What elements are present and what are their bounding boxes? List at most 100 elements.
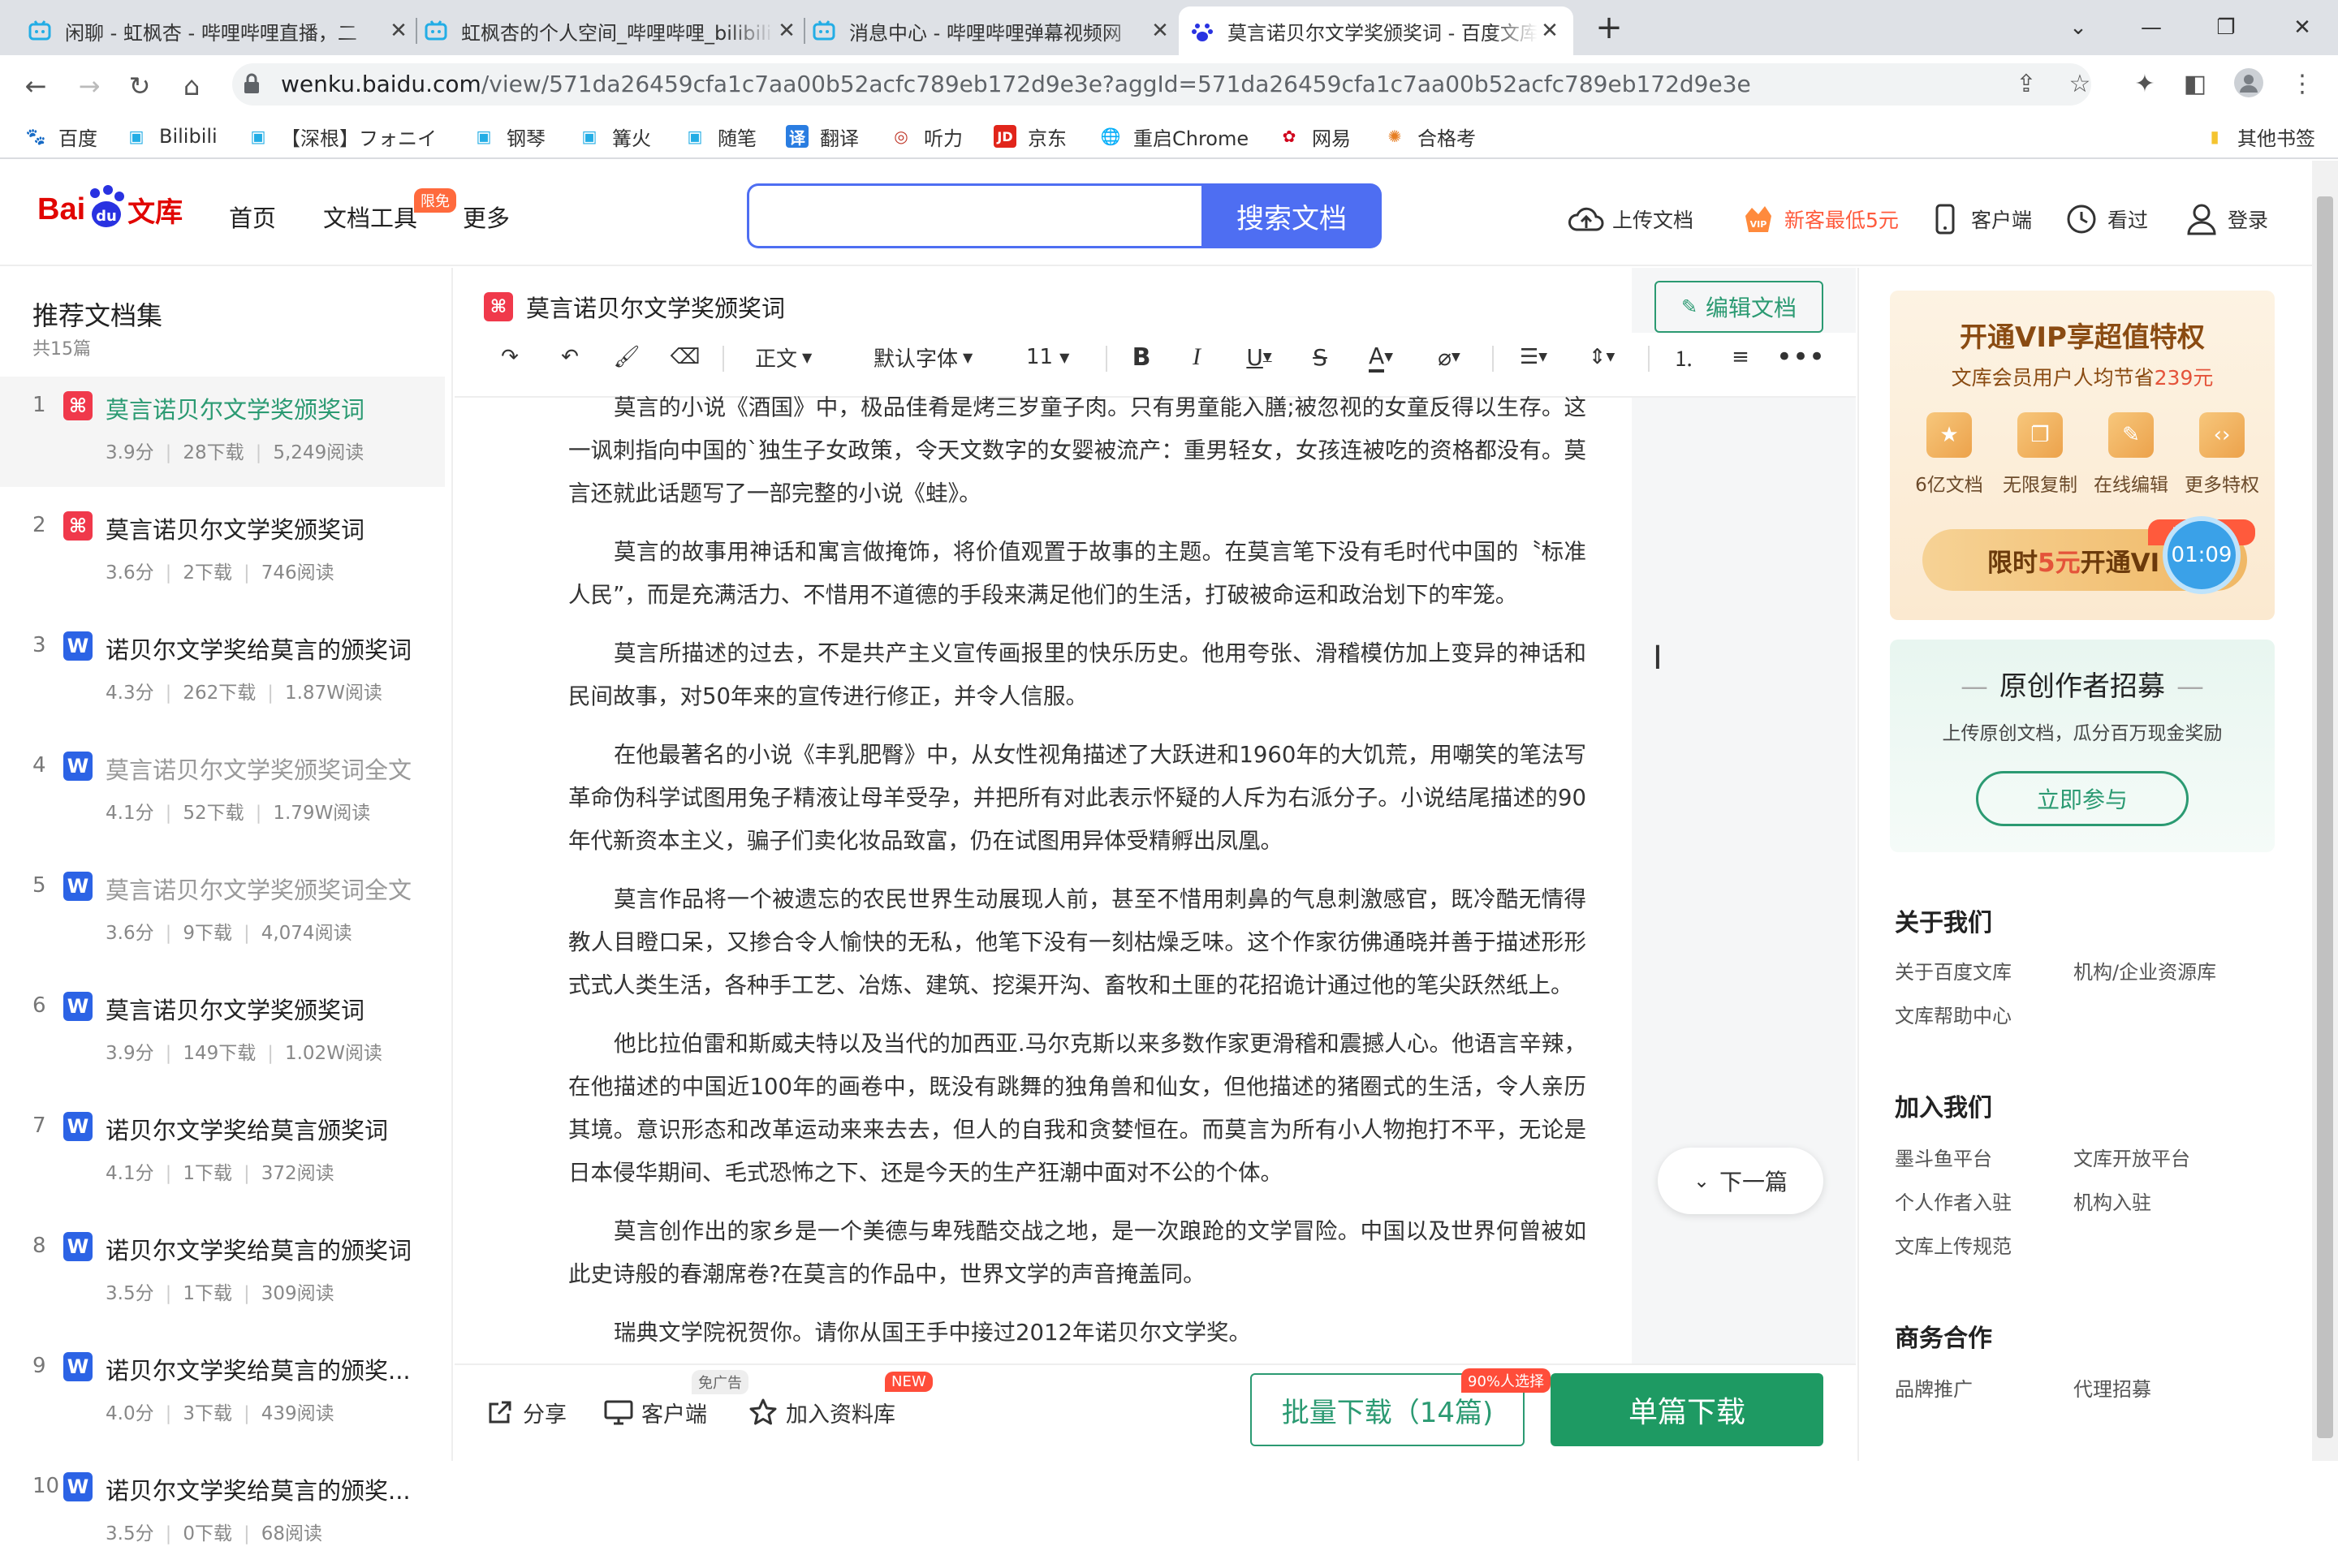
bookmark-item[interactable]: ✺ 合格考 <box>1383 120 1476 153</box>
list-item[interactable]: 7 W 诺贝尔文学奖给莫言颁奖词 4.1分 | 1下载 | 372阅读 <box>0 1097 445 1208</box>
bold-icon[interactable]: B <box>1124 339 1159 375</box>
footer-link[interactable]: 文库上传规范 <box>1895 1230 2012 1259</box>
document-content[interactable]: 莫言的小说《酒国》中，极品佳肴是烤三岁童子肉。只有男童能入膳;被忽视的女童反得以… <box>568 393 1586 1370</box>
profile-avatar-icon[interactable] <box>2232 68 2265 101</box>
menu-kebab-icon[interactable]: ⋮ <box>2286 68 2319 101</box>
next-document-button[interactable]: ⌄ 下一篇 <box>1658 1148 1823 1214</box>
bookmark-item[interactable]: 🐾 百度 <box>24 120 97 153</box>
bookmark-item[interactable]: ✿ 网易 <box>1278 120 1351 153</box>
upload-button[interactable]: 上传文档 <box>1568 201 1693 237</box>
footer-link[interactable]: 文库帮助中心 <box>1895 1000 2012 1028</box>
close-window-button[interactable]: ✕ <box>2278 8 2327 47</box>
nav-home[interactable]: 首页 <box>229 200 276 234</box>
minimize-button[interactable]: — <box>2127 8 2176 47</box>
list-item[interactable]: 1 ⌘ 莫言诺贝尔文学奖颁奖词 3.9分 | 28下载 | 5,249阅读 <box>0 377 445 487</box>
list-item[interactable]: 6 W 莫言诺贝尔文学奖颁奖词 3.9分 | 149下载 | 1.02W阅读 <box>0 977 445 1088</box>
bookmark-item[interactable]: ▣ 钢琴 <box>472 120 546 153</box>
new-tab-button[interactable]: + <box>1590 8 1628 47</box>
font-color-icon[interactable]: A ▼ <box>1361 339 1401 375</box>
align-icon[interactable]: ☰ ▼ <box>1512 339 1555 375</box>
footer-link[interactable]: 品牌推广 <box>1895 1373 1973 1402</box>
share-page-icon[interactable]: ⇪ <box>2010 68 2043 101</box>
footer-link[interactable]: 机构/企业资源库 <box>2073 956 2216 984</box>
lock-icon[interactable] <box>244 73 260 94</box>
browser-tab-active[interactable]: 莫言诺贝尔文学奖颁奖词 - 百度文库 ✕ <box>1179 6 1573 55</box>
footer-link[interactable]: 机构入驻 <box>2073 1187 2151 1215</box>
search-input[interactable] <box>747 183 1201 248</box>
bullet-list-icon[interactable]: ≡ <box>1723 339 1758 375</box>
format-painter-icon[interactable]: 🖌 <box>609 339 645 375</box>
home-icon[interactable]: ⌂ <box>174 68 209 104</box>
login-link[interactable]: 登录 <box>2184 201 2268 237</box>
browser-tab[interactable]: 消息中心 - 哔哩哔哩弹幕视频网 ✕ <box>800 6 1184 55</box>
word-icon: W <box>63 1232 93 1261</box>
bookmark-item[interactable]: ▣ 篝火 <box>578 120 651 153</box>
client-link[interactable]: 客户端 <box>1927 201 2032 237</box>
font-size-select[interactable]: 11 ▼ <box>1026 339 1069 375</box>
highlight-icon[interactable]: ⌀ ▼ <box>1427 339 1471 375</box>
side-panel-icon[interactable]: ◧ <box>2179 68 2211 101</box>
eraser-icon[interactable]: ⌫ <box>667 339 703 375</box>
footer-link[interactable]: 个人作者入驻 <box>1895 1187 2012 1215</box>
edit-document-button[interactable]: ✎ 编辑文档 <box>1654 281 1823 333</box>
browser-tab[interactable]: 虹枫杏的个人空间_哔哩哔哩_bilibili ✕ <box>412 6 810 55</box>
reload-icon[interactable]: ↻ <box>122 68 157 104</box>
promo-link[interactable]: VIP 新客最低5元 <box>1741 201 1899 237</box>
star-icon[interactable]: ☆ <box>2064 68 2096 101</box>
footer-link[interactable]: 墨斗鱼平台 <box>1895 1143 1992 1171</box>
page-scrollbar[interactable] <box>2312 161 2338 1461</box>
list-item[interactable]: 2 ⌘ 莫言诺贝尔文学奖颁奖词 3.6分 | 2下载 | 746阅读 <box>0 497 445 607</box>
underline-icon[interactable]: U ▼ <box>1239 339 1279 375</box>
restore-button[interactable]: ❐ <box>2202 8 2250 47</box>
browser-tab[interactable]: 闲聊 - 虹枫杏 - 哔哩哔哩直播，二 ✕ <box>16 6 422 55</box>
paragraph-style-select[interactable]: 正文 ▼ <box>755 339 812 375</box>
line-spacing-icon[interactable]: ⇕ ▼ <box>1580 339 1624 375</box>
bookmark-item[interactable]: ▣ 随笔 <box>684 120 757 153</box>
extensions-icon[interactable]: ✦ <box>2129 68 2161 101</box>
url-text[interactable]: wenku.baidu.com/view/571da26459cfa1c7aa0… <box>281 68 1751 101</box>
wenku-logo[interactable]: Bai du 文库 <box>37 185 183 234</box>
list-item[interactable]: 8 W 诺贝尔文学奖给莫言的颁奖词 3.5分 | 1下载 | 309阅读 <box>0 1217 445 1328</box>
close-icon[interactable]: ✕ <box>1148 19 1172 43</box>
undo-icon[interactable]: ↶ <box>552 339 588 375</box>
close-icon[interactable]: ✕ <box>386 19 411 43</box>
bookmark-item[interactable]: 译翻译 <box>786 120 859 153</box>
history-link[interactable]: 看过 <box>2064 201 2148 237</box>
redo-icon[interactable]: ↷ <box>492 339 528 375</box>
other-bookmarks[interactable]: ▮ 其他书签 <box>2203 120 2315 153</box>
add-to-library-button[interactable]: 加入资料库 <box>748 1394 895 1430</box>
font-select[interactable]: 默认字体 ▼ <box>874 339 973 375</box>
list-item[interactable]: 5 W 莫言诺贝尔文学奖颁奖词全文 3.6分 | 9下载 | 4,074阅读 <box>0 857 445 967</box>
list-item[interactable]: 3 W 诺贝尔文学奖给莫言的颁奖词 4.3分 | 262下载 | 1.87W阅读 <box>0 617 445 727</box>
close-icon[interactable]: ✕ <box>774 19 799 43</box>
list-item[interactable]: 9 W 诺贝尔文学奖给莫言的颁奖... 4.0分 | 3下载 | 439阅读 <box>0 1338 445 1448</box>
nav-doc-tools[interactable]: 文档工具 <box>323 200 417 234</box>
bookmark-item[interactable]: ◎ 听力 <box>890 120 963 153</box>
footer-link[interactable]: 代理招募 <box>2073 1373 2151 1402</box>
share-button[interactable]: 分享 <box>485 1394 567 1430</box>
nav-more[interactable]: 更多 <box>463 200 510 234</box>
footer-link[interactable]: 关于百度文库 <box>1895 956 2012 984</box>
countdown-timer[interactable]: 01:09 <box>2163 516 2241 594</box>
numbered-list-icon[interactable]: ⒈ <box>1666 339 1702 375</box>
join-now-button[interactable]: 立即参与 <box>1976 771 2189 826</box>
client-button[interactable]: 客户端 <box>604 1394 707 1430</box>
single-download-button[interactable]: 单篇下载 <box>1551 1373 1823 1446</box>
italic-icon[interactable]: I <box>1179 339 1214 375</box>
forward-icon[interactable]: → <box>71 68 107 104</box>
close-icon[interactable]: ✕ <box>1538 19 1562 43</box>
search-button[interactable]: 搜索文档 <box>1201 183 1382 248</box>
list-item[interactable]: 10 W 诺贝尔文学奖给莫言的颁奖... 3.5分 | 0下载 | 68阅读 <box>0 1458 445 1568</box>
item-title: 莫言诺贝尔文学奖颁奖词全文 <box>106 877 412 904</box>
bookmark-item[interactable]: JD 京东 <box>994 120 1067 153</box>
footer-link[interactable]: 文库开放平台 <box>2073 1143 2190 1171</box>
list-item[interactable]: 4 W 莫言诺贝尔文学奖颁奖词全文 4.1分 | 52下载 | 1.79W阅读 <box>0 737 445 847</box>
bookmark-item[interactable]: 🌐 重启Chrome <box>1099 120 1249 153</box>
bookmark-item[interactable]: ▣ 【深根】フォニイ <box>247 120 437 153</box>
bookmark-item[interactable]: ▣ Bilibili <box>125 120 218 153</box>
more-options-icon[interactable]: ••• <box>1776 339 1825 375</box>
tab-search-icon[interactable]: ⌄ <box>2054 8 2103 47</box>
strikethrough-icon[interactable]: S <box>1302 339 1338 375</box>
scrollbar-thumb[interactable] <box>2317 196 2333 1438</box>
back-icon[interactable]: ← <box>18 68 54 104</box>
